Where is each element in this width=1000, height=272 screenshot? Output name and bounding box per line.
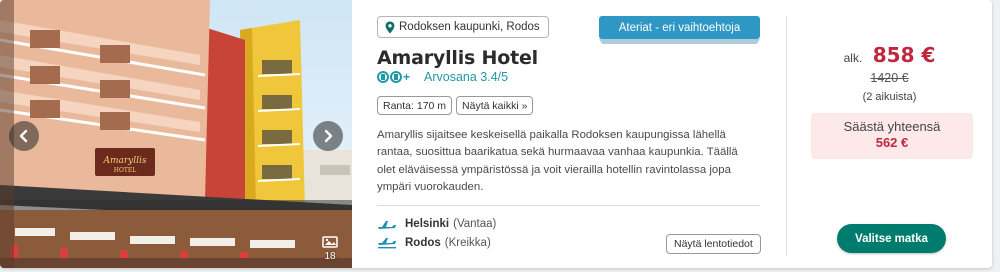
flight-return: Rodos (Kreikka)	[377, 237, 491, 249]
hotel-description: Amaryllis sijaitsee keskeisellä paikalla…	[377, 129, 738, 194]
hotel-card: Amaryllis HOTEL 18 Rodoksen kaupunki, Ro…	[0, 0, 992, 268]
rating-label: Arvosana 3.4/5	[424, 70, 509, 84]
choose-trip-button[interactable]: Valitse matka	[837, 224, 946, 253]
flight-outbound: Helsinki (Vantaa)	[377, 218, 496, 230]
rating-row: + Arvosana 3.4/5	[377, 70, 508, 84]
outbound-city: Helsinki	[405, 218, 450, 230]
meal-options-badge: Ateriat - eri vaihtoehtoja	[599, 16, 760, 39]
rating-dot-icon	[390, 71, 402, 83]
chevron-right-icon	[324, 129, 333, 143]
gallery-prev-button[interactable]	[9, 121, 39, 151]
old-price: 1420 €	[870, 71, 909, 85]
rating-icons: +	[377, 70, 410, 84]
price-amount: 858 €	[872, 43, 936, 67]
price-main: alk. 858 €	[787, 43, 992, 67]
passenger-count: (2 aikuista)	[862, 91, 917, 103]
divider	[377, 205, 760, 206]
hotel-photo[interactable]: Amaryllis HOTEL	[0, 0, 352, 268]
feature-chips: Ranta: 170 m Näytä kaikki »	[377, 96, 534, 115]
meal-options-label: Ateriat - eri vaihtoehtoja	[618, 21, 741, 34]
show-flight-details-button[interactable]: Näytä lentotiedot	[666, 234, 761, 254]
rating-plus: +	[403, 70, 411, 84]
hotel-photo-gallery[interactable]: Amaryllis HOTEL 18	[0, 0, 352, 268]
hotel-sign-subtext: HOTEL	[114, 167, 137, 174]
map-pin-icon	[385, 21, 395, 33]
hotel-info: Rodoksen kaupunki, Rodos Ateriat - eri v…	[352, 0, 782, 268]
savings-amount: 562 €	[875, 135, 909, 150]
chevron-left-icon	[19, 129, 28, 143]
gallery-count[interactable]: 18	[317, 236, 343, 262]
price-panel: alk. 858 € 1420 € (2 aikuista) Säästä yh…	[787, 0, 992, 268]
outbound-airport: (Vantaa)	[453, 218, 497, 230]
savings-label: Säästä yhteensä	[843, 119, 941, 134]
return-city: Rodos	[405, 237, 441, 249]
price-from-label: alk.	[843, 51, 863, 65]
hotel-sign-text: Amaryllis	[102, 156, 146, 166]
gallery-next-button[interactable]	[313, 121, 343, 151]
location-chip[interactable]: Rodoksen kaupunki, Rodos	[377, 16, 549, 38]
image-gallery-icon	[322, 236, 338, 248]
plane-landing-icon	[378, 238, 396, 249]
hotel-name[interactable]: Amaryllis Hotel	[377, 47, 538, 69]
rating-dot-icon	[377, 71, 389, 83]
show-all-chip[interactable]: Näytä kaikki »	[456, 96, 534, 115]
plane-takeoff-icon	[378, 221, 396, 229]
beach-distance-chip[interactable]: Ranta: 170 m	[377, 96, 453, 115]
return-airport: (Kreikka)	[444, 237, 491, 249]
savings-box: Säästä yhteensä 562 €	[811, 113, 973, 159]
gallery-count-label: 18	[324, 251, 336, 262]
location-label: Rodoksen kaupunki, Rodos	[399, 21, 540, 33]
